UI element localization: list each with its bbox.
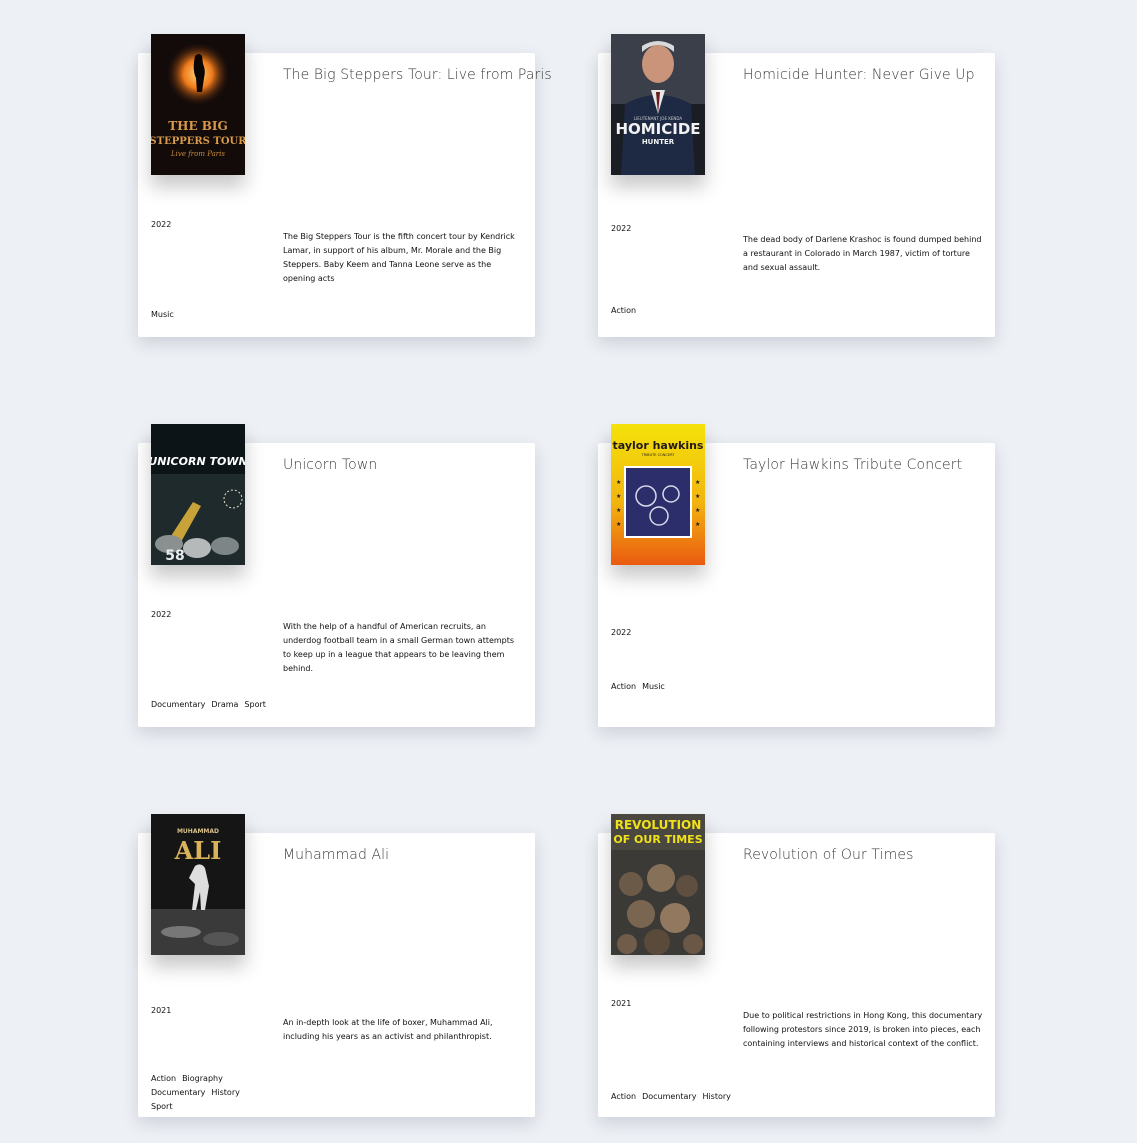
genre-tag[interactable]: Music xyxy=(642,680,665,694)
movie-poster[interactable]: MUHAMMAD ALI xyxy=(151,814,245,955)
movie-poster[interactable]: THE BIG STEPPERS TOUR Live from Paris xyxy=(151,34,245,175)
movie-year: 2022 xyxy=(151,610,172,619)
svg-text:STEPPERS TOUR: STEPPERS TOUR xyxy=(151,136,245,147)
movie-title[interactable]: Taylor Hawkins Tribute Concert xyxy=(743,457,988,473)
movie-genres: Documentary Drama Sport xyxy=(151,698,291,712)
movie-poster[interactable]: LIEUTENANT JOE KENDA HOMICIDE HUNTER xyxy=(611,34,705,175)
movie-year: 2022 xyxy=(611,224,632,233)
movie-poster[interactable]: taylor hawkins TRIBUTE CONCERT ★ ★ ★ ★ ★… xyxy=(611,424,705,565)
svg-text:★: ★ xyxy=(695,493,700,500)
movie-title[interactable]: Revolution of Our Times xyxy=(743,847,988,863)
movie-description: The dead body of Darlene Krashoc is foun… xyxy=(743,235,982,272)
svg-text:58: 58 xyxy=(165,548,184,564)
genre-tag[interactable]: Documentary xyxy=(151,698,205,712)
svg-text:OF OUR TIMES: OF OUR TIMES xyxy=(613,833,702,846)
movie-poster[interactable]: UNICORN TOWN 58 xyxy=(151,424,245,565)
movie-card[interactable]: UNICORN TOWN 58 Unicorn Town 2022 With t… xyxy=(138,424,535,727)
movie-year: 2022 xyxy=(151,220,172,229)
movie-description: With the help of a handful of American r… xyxy=(283,622,515,673)
movie-genres: Action Documentary History xyxy=(611,1090,751,1104)
svg-text:★: ★ xyxy=(616,493,621,500)
movie-description: Due to political restrictions in Hong Ko… xyxy=(743,1011,983,1048)
svg-text:★: ★ xyxy=(616,479,621,486)
movie-year: 2021 xyxy=(151,1006,172,1015)
genre-tag[interactable]: Action xyxy=(611,680,636,694)
genre-tag[interactable]: Action xyxy=(611,304,636,318)
movie-genres: Action xyxy=(611,304,731,318)
svg-text:★: ★ xyxy=(695,521,700,528)
genre-tag[interactable]: History xyxy=(702,1090,730,1104)
genre-tag[interactable]: Sport xyxy=(244,698,265,712)
svg-text:TRIBUTE CONCERT: TRIBUTE CONCERT xyxy=(641,453,676,457)
movie-year: 2022 xyxy=(611,628,632,637)
movie-title[interactable]: Homicide Hunter: Never Give Up xyxy=(743,67,988,83)
movie-card[interactable]: taylor hawkins TRIBUTE CONCERT ★ ★ ★ ★ ★… xyxy=(598,424,995,727)
genre-tag[interactable]: Action xyxy=(611,1090,636,1104)
svg-text:ALI: ALI xyxy=(174,836,222,865)
movie-title[interactable]: Unicorn Town xyxy=(283,457,528,473)
movie-card[interactable]: THE BIG STEPPERS TOUR Live from Paris Th… xyxy=(138,34,552,337)
movie-title[interactable]: The Big Steppers Tour: Live from Paris xyxy=(283,67,552,83)
genre-tag[interactable]: Action xyxy=(151,1072,176,1086)
movie-card[interactable]: REVOLUTION OF OUR TIMES Revolution of Ou… xyxy=(598,814,995,1117)
movie-year: 2021 xyxy=(611,999,632,1008)
movie-card[interactable]: LIEUTENANT JOE KENDA HOMICIDE HUNTER Hom… xyxy=(598,34,995,337)
svg-text:Live from Paris: Live from Paris xyxy=(170,150,225,158)
movie-description: An in-depth look at the life of boxer, M… xyxy=(283,1018,493,1041)
movie-title[interactable]: Muhammad Ali xyxy=(283,847,528,863)
svg-text:HOMICIDE: HOMICIDE xyxy=(615,120,700,138)
movie-poster[interactable]: REVOLUTION OF OUR TIMES xyxy=(611,814,705,955)
genre-tag[interactable]: Documentary xyxy=(151,1086,205,1100)
genre-tag[interactable]: Biography xyxy=(182,1072,223,1086)
genre-tag[interactable]: Music xyxy=(151,308,174,322)
svg-text:taylor hawkins: taylor hawkins xyxy=(613,439,704,452)
svg-text:HUNTER: HUNTER xyxy=(642,138,675,146)
svg-text:THE BIG: THE BIG xyxy=(168,119,228,133)
genre-tag[interactable]: History xyxy=(211,1086,239,1100)
genre-tag[interactable]: Sport xyxy=(151,1100,172,1114)
svg-text:★: ★ xyxy=(695,479,700,486)
movie-card[interactable]: MUHAMMAD ALI Muhammad Ali 2021 An in-dep… xyxy=(138,814,535,1117)
svg-text:★: ★ xyxy=(616,507,621,514)
svg-text:★: ★ xyxy=(616,521,621,528)
svg-text:★: ★ xyxy=(695,507,700,514)
svg-text:REVOLUTION: REVOLUTION xyxy=(615,818,702,832)
genre-tag[interactable]: Drama xyxy=(211,698,238,712)
movie-genres: Action Biography Documentary History Sport xyxy=(151,1072,271,1114)
movie-genres: Action Music xyxy=(611,680,731,694)
svg-text:UNICORN TOWN: UNICORN TOWN xyxy=(151,455,245,468)
svg-text:MUHAMMAD: MUHAMMAD xyxy=(177,828,219,835)
movie-description: The Big Steppers Tour is the fifth conce… xyxy=(283,232,515,283)
movie-genres: Music xyxy=(151,308,271,322)
genre-tag[interactable]: Documentary xyxy=(642,1090,696,1104)
